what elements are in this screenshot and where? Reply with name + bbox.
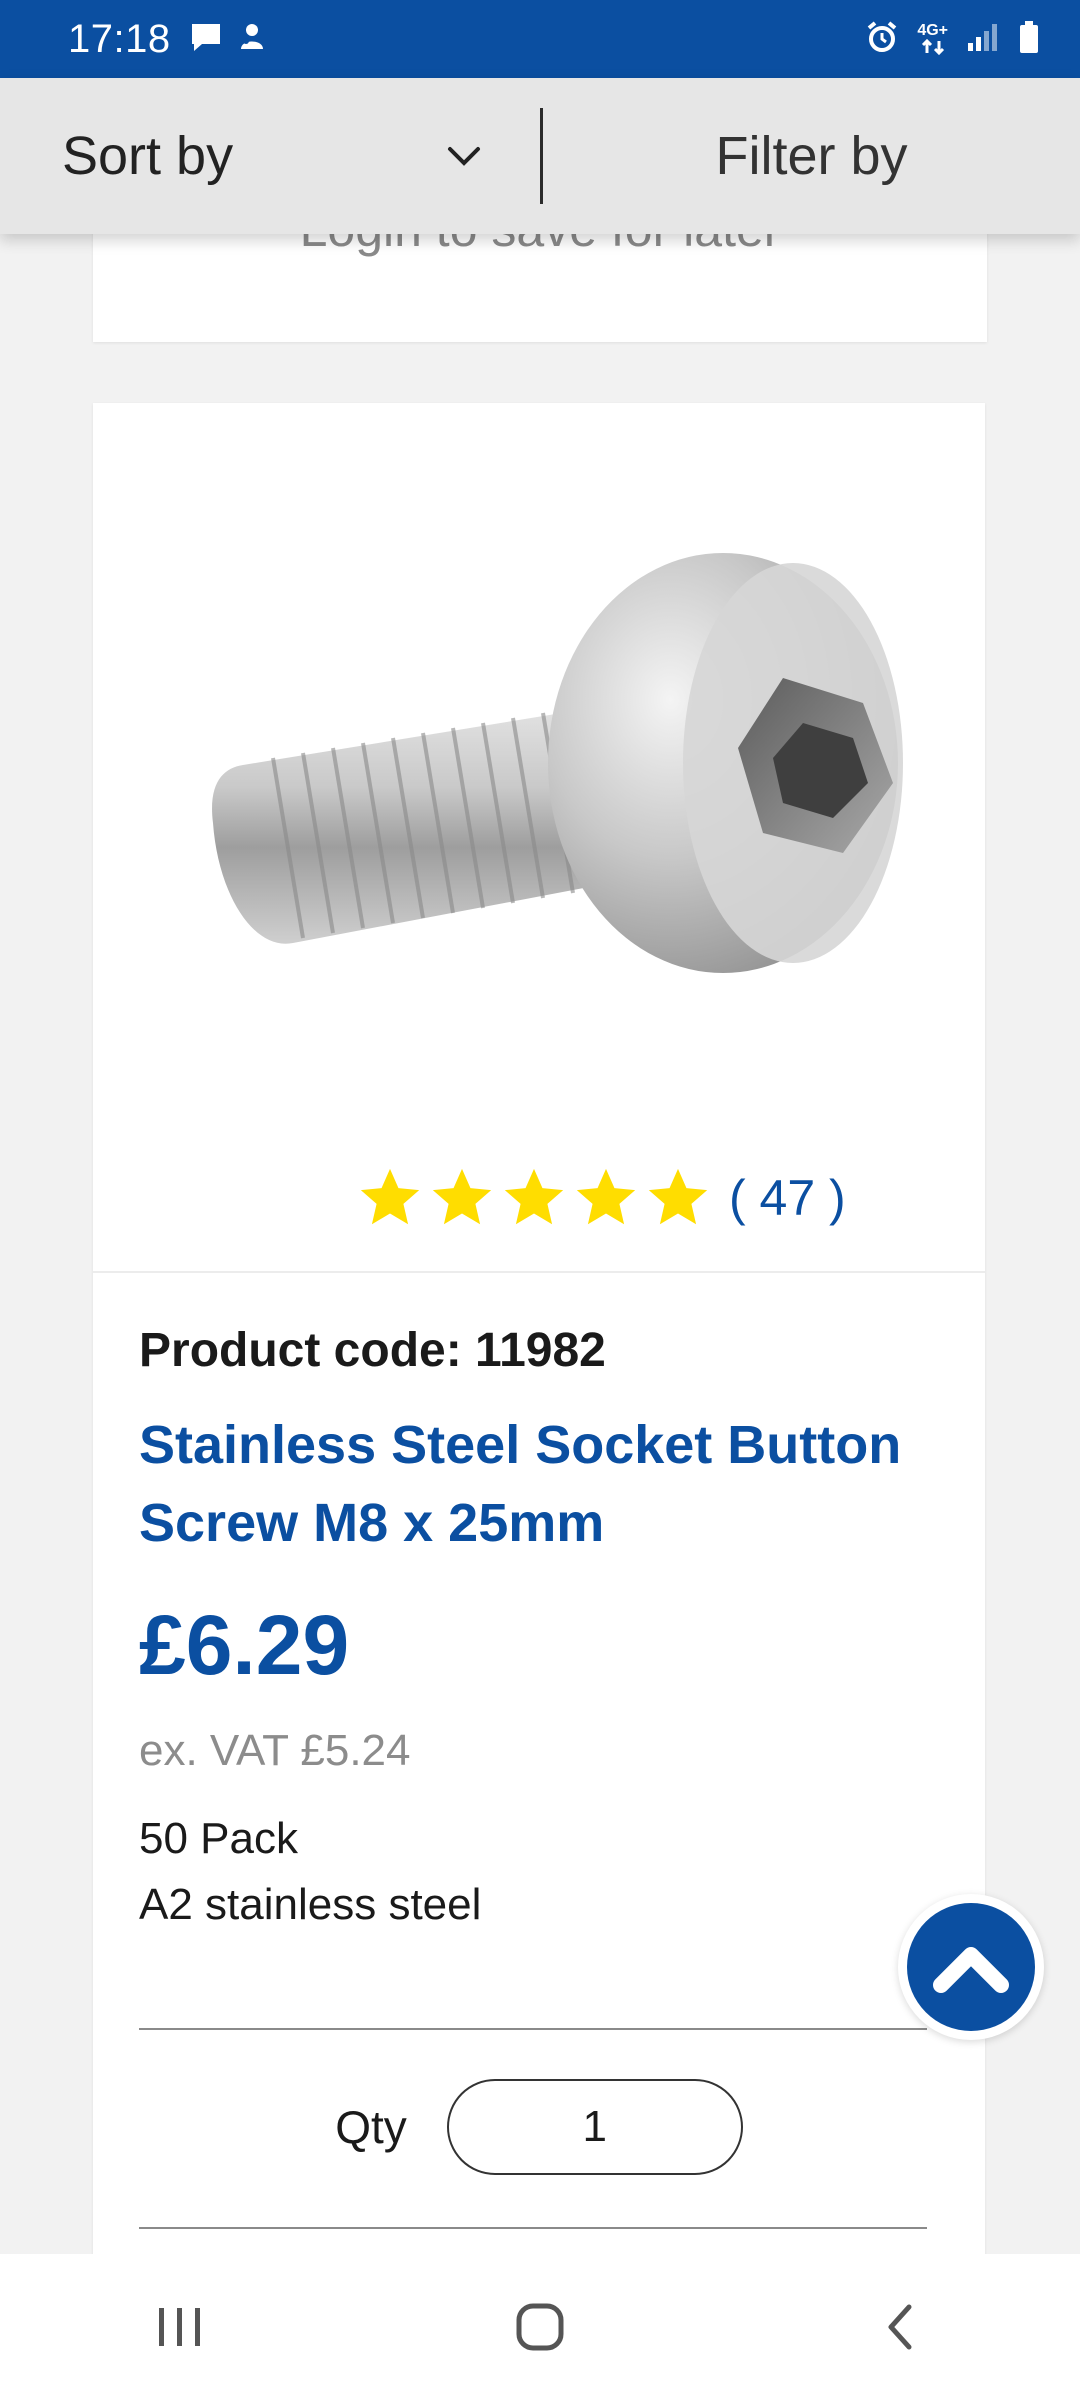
product-title-link[interactable]: Stainless Steel Socket Button Screw M8 x… xyxy=(139,1406,939,1562)
status-right-icons: 4G+ xyxy=(865,20,1040,59)
qty-label: Qty xyxy=(335,2101,407,2153)
back-icon xyxy=(888,2304,912,2350)
quantity-value: 1 xyxy=(582,2102,608,2151)
ex-vat-price: ex. VAT £5.24 xyxy=(139,1726,411,1775)
sort-by-label: Sort by xyxy=(62,126,234,186)
navigation-bar xyxy=(0,2254,1080,2400)
scroll-to-top-button[interactable] xyxy=(898,1894,1044,2040)
quantity-input[interactable]: 1 xyxy=(446,2079,743,2175)
scroll-to-top-inner xyxy=(907,1903,1035,2031)
material: A2 stainless steel xyxy=(139,1880,482,1929)
star-icon xyxy=(432,1168,492,1225)
star-icon xyxy=(504,1168,564,1225)
rating-count[interactable]: ( 47 ) xyxy=(729,1169,846,1227)
product-price: £6.29 xyxy=(139,1598,350,1692)
product-code: Product code: 11982 xyxy=(139,1324,606,1377)
divider xyxy=(139,2227,927,2229)
product-image-area[interactable]: ( 47 ) xyxy=(93,403,985,1273)
message-icon xyxy=(189,21,223,58)
product-info: Product code: 11982 Stainless Steel Sock… xyxy=(139,1323,939,1930)
star-icon xyxy=(648,1168,708,1225)
status-time: 17:18 xyxy=(68,16,171,61)
recent-apps-icon xyxy=(159,2308,200,2346)
recent-apps-button[interactable] xyxy=(120,2267,240,2387)
product-image[interactable] xyxy=(183,533,953,993)
signal-icon xyxy=(966,21,1000,58)
product-card: ( 47 ) Product code: 11982 Stainless Ste… xyxy=(93,403,985,2255)
network-icon: 4G+ xyxy=(917,23,948,55)
chevron-up-icon xyxy=(933,1947,1009,1993)
home-button[interactable] xyxy=(480,2267,600,2387)
pack-size: 50 Pack xyxy=(139,1814,298,1863)
divider xyxy=(139,2028,927,2030)
status-bar: 17:18 4G+ xyxy=(0,0,1080,78)
chevron-down-icon xyxy=(444,143,484,169)
status-left-icons xyxy=(189,21,267,58)
network-label: 4G+ xyxy=(917,22,948,39)
home-icon xyxy=(516,2303,564,2351)
sort-by-dropdown[interactable]: Sort by xyxy=(0,78,540,234)
sort-filter-bar: Sort by Filter by xyxy=(0,78,1080,234)
rating[interactable]: ( 47 ) xyxy=(355,1163,846,1233)
filter-by-button[interactable]: Filter by xyxy=(543,78,1080,234)
alarm-icon xyxy=(865,20,899,59)
notification-icon xyxy=(237,21,267,58)
star-icon xyxy=(360,1168,420,1225)
star-icon xyxy=(576,1168,636,1225)
quantity-row: Qty 1 xyxy=(93,2079,985,2175)
filter-by-label: Filter by xyxy=(715,126,908,186)
battery-icon xyxy=(1018,20,1040,59)
back-button[interactable] xyxy=(840,2267,960,2387)
